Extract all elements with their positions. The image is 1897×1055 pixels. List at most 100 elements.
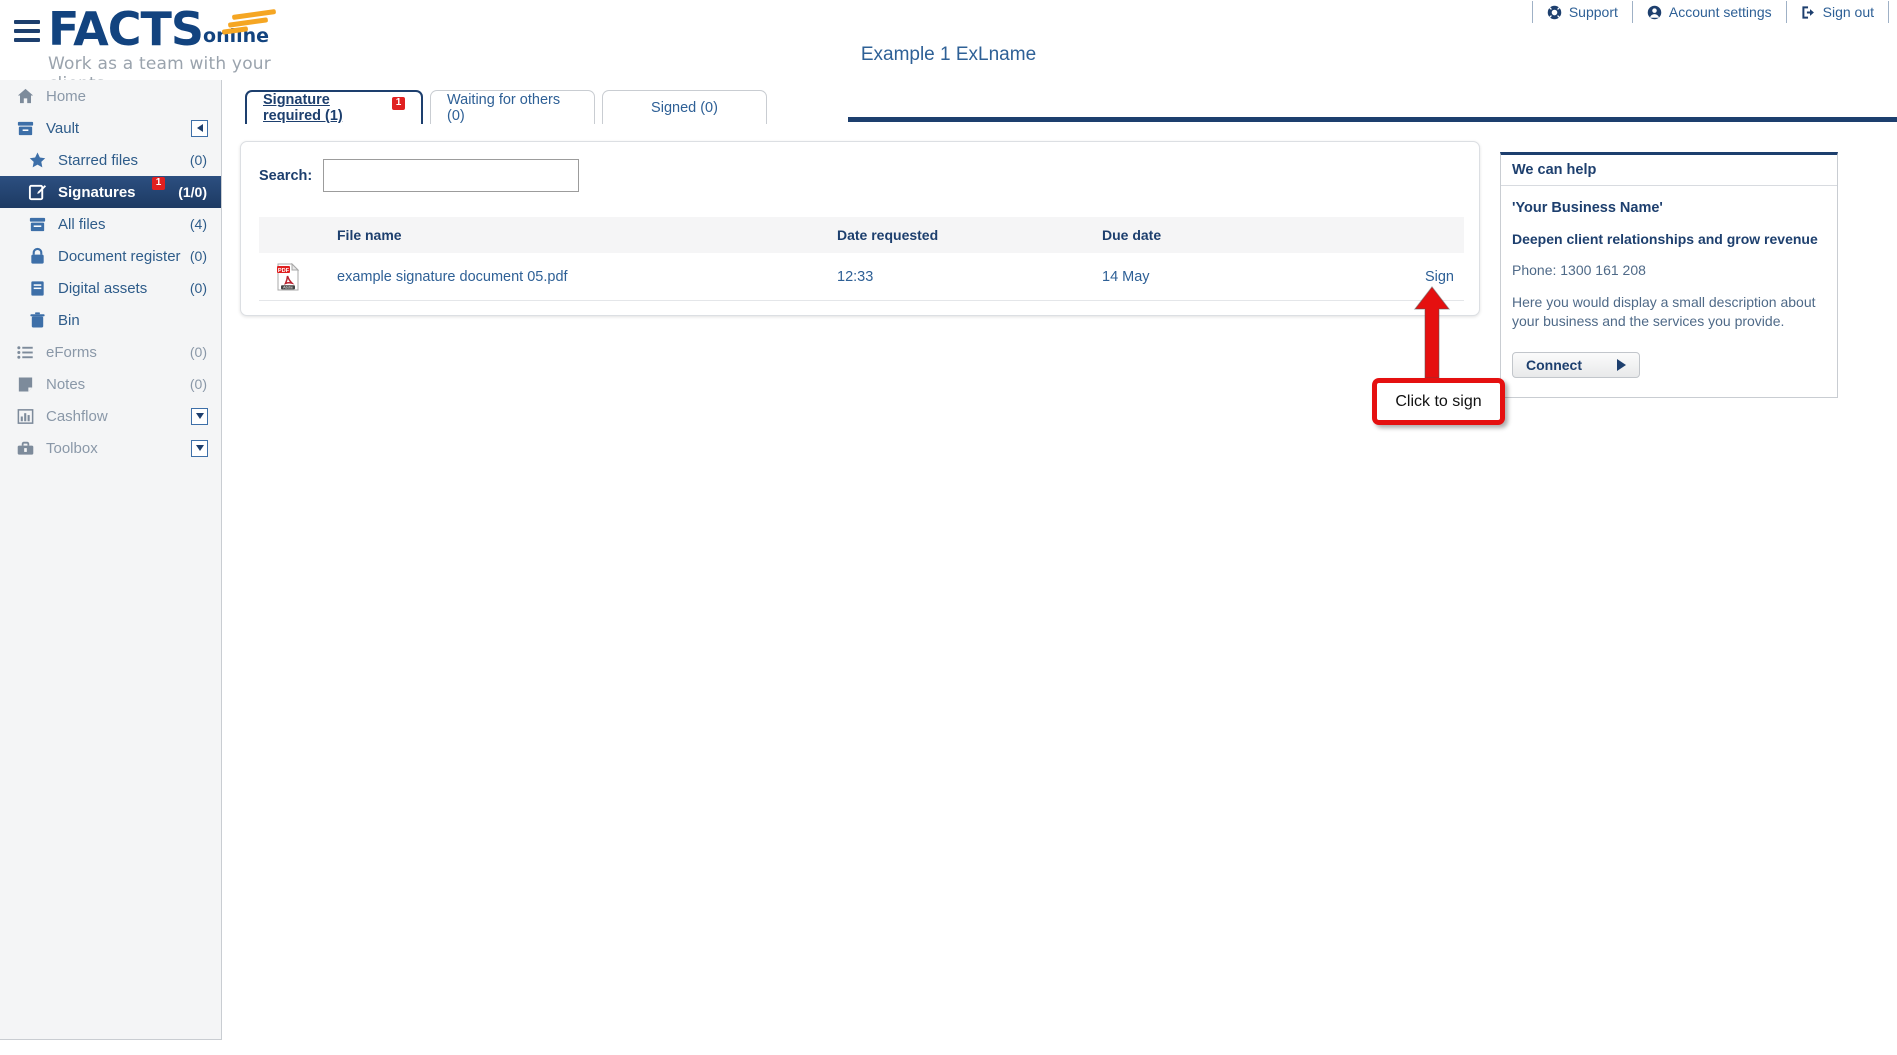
sidebar-item-count: (0) bbox=[190, 280, 207, 296]
vault-icon bbox=[16, 119, 35, 138]
sidebar-item-document-register[interactable]: Document register(0) bbox=[0, 240, 221, 272]
account-settings-button[interactable]: Account settings bbox=[1632, 1, 1786, 23]
sidebar-item-label: Cashflow bbox=[46, 408, 191, 425]
star-icon bbox=[28, 151, 47, 170]
chevron-down-icon bbox=[196, 413, 204, 419]
logo-stripes-icon bbox=[220, 12, 276, 34]
sign-out-icon bbox=[1801, 5, 1816, 20]
hamburger-bar bbox=[14, 29, 40, 33]
sidebar-item-count: (0) bbox=[190, 344, 207, 360]
person-icon bbox=[1647, 5, 1662, 20]
star-icon bbox=[28, 151, 47, 170]
sidebar-notification-badge: 1 bbox=[152, 177, 165, 190]
help-phone: Phone: 1300 161 208 bbox=[1512, 262, 1826, 278]
chevron-right-icon bbox=[1617, 359, 1626, 371]
connect-button-label: Connect bbox=[1526, 357, 1582, 373]
account-settings-label: Account settings bbox=[1669, 4, 1772, 20]
signatures-panel: Search: File name Date requested Due dat… bbox=[240, 141, 1480, 316]
cashflow-expand-button[interactable] bbox=[191, 408, 208, 425]
hamburger-menu-icon[interactable] bbox=[14, 20, 40, 42]
support-button[interactable]: Support bbox=[1532, 1, 1632, 23]
toolbox-expand-button[interactable] bbox=[191, 440, 208, 457]
table-row[interactable]: PDF Adobe example signature document 05.… bbox=[259, 253, 1464, 301]
sidebar-item-all-files[interactable]: All files(4) bbox=[0, 208, 221, 240]
tab-label: Signature required (1) bbox=[263, 92, 385, 124]
due-date-cell: 14 May bbox=[1102, 269, 1367, 285]
file-type-cell: PDF Adobe bbox=[259, 263, 317, 291]
chevron-down-icon bbox=[196, 445, 204, 451]
sidebar-item-eforms[interactable]: eForms(0) bbox=[0, 336, 221, 368]
search-label: Search: bbox=[259, 168, 312, 184]
table-header-date-requested: Date requested bbox=[837, 227, 1102, 243]
sidebar-item-starred-files[interactable]: Starred files(0) bbox=[0, 144, 221, 176]
sidebar-item-toolbox[interactable]: Toolbox bbox=[0, 432, 221, 464]
sidebar-item-signatures[interactable]: Signatures1(1/0) bbox=[0, 176, 221, 208]
signature-icon bbox=[28, 183, 47, 202]
sidebar-item-notes[interactable]: Notes(0) bbox=[0, 368, 221, 400]
sidebar-item-digital-assets[interactable]: Digital assets(0) bbox=[0, 272, 221, 304]
sidebar-item-label: Document register bbox=[58, 248, 190, 265]
sidebar-item-label: All files bbox=[58, 216, 190, 233]
chart-icon bbox=[16, 407, 35, 426]
lock-icon bbox=[28, 247, 47, 266]
sidebar-item-label: Toolbox bbox=[46, 440, 191, 457]
help-description: Here you would display a small descripti… bbox=[1512, 293, 1826, 331]
sidebar-item-bin[interactable]: Bin bbox=[0, 304, 221, 336]
hamburger-bar bbox=[14, 20, 40, 24]
annotation-callout: Click to sign bbox=[1372, 378, 1505, 425]
svg-text:Adobe: Adobe bbox=[283, 285, 293, 289]
home-icon bbox=[16, 87, 35, 106]
connect-button[interactable]: Connect bbox=[1512, 352, 1640, 378]
sidebar-item-count: (4) bbox=[190, 216, 207, 232]
tab-label: Signed (0) bbox=[651, 100, 718, 116]
search-input[interactable] bbox=[323, 159, 579, 192]
page-title: Example 1 ExLname bbox=[0, 44, 1897, 66]
top-right-nav: Support Account settings Sign out bbox=[1532, 0, 1889, 24]
home-icon bbox=[16, 87, 35, 106]
sidebar-item-label: Home bbox=[46, 88, 221, 105]
sidebar-item-count: (1/0) bbox=[178, 184, 207, 200]
tab-signature-required-1[interactable]: Signature required (1) 1 bbox=[245, 90, 423, 124]
search-row: Search: bbox=[259, 159, 579, 192]
tab-waiting-for-others-0[interactable]: Waiting for others (0) bbox=[430, 90, 595, 124]
sidebar-item-home[interactable]: Home bbox=[0, 80, 221, 112]
tab-label: Waiting for others (0) bbox=[447, 92, 578, 124]
file-name-cell[interactable]: example signature document 05.pdf bbox=[317, 269, 837, 285]
sidebar-item-label: Starred files bbox=[58, 152, 190, 169]
help-panel-title: We can help bbox=[1501, 155, 1837, 186]
chevron-left-icon bbox=[197, 124, 203, 132]
table-header-due-date: Due date bbox=[1102, 227, 1367, 243]
note-icon bbox=[16, 375, 35, 394]
signatures-table: File name Date requested Due date PDF Ad… bbox=[259, 217, 1464, 301]
sidebar-item-vault[interactable]: Vault bbox=[0, 112, 221, 144]
lock-icon bbox=[28, 247, 47, 266]
note-icon bbox=[16, 375, 35, 394]
trash-icon bbox=[28, 311, 47, 330]
sidebar-item-label: Digital assets bbox=[58, 280, 190, 297]
help-business-name: 'Your Business Name' bbox=[1512, 200, 1826, 216]
hamburger-bar bbox=[14, 38, 40, 42]
sidebar-item-cashflow[interactable]: Cashflow bbox=[0, 400, 221, 432]
vault-collapse-button[interactable] bbox=[191, 120, 208, 137]
sidebar-item-count: (0) bbox=[190, 376, 207, 392]
chart-icon bbox=[16, 407, 35, 426]
tab-signed-0[interactable]: Signed (0) bbox=[602, 90, 767, 124]
sidebar-item-label: Notes bbox=[46, 376, 190, 393]
svg-text:PDF: PDF bbox=[278, 267, 290, 273]
toolbox-icon bbox=[16, 439, 35, 458]
trash-icon bbox=[28, 311, 47, 330]
sidebar-item-count: (0) bbox=[190, 152, 207, 168]
list-icon bbox=[16, 343, 35, 362]
sidebar: HomeVaultStarred files(0)Signatures1(1/0… bbox=[0, 80, 222, 1040]
sidebar-item-count: (0) bbox=[190, 248, 207, 264]
annotation-text: Click to sign bbox=[1395, 393, 1481, 411]
tab-badge: 1 bbox=[392, 97, 405, 110]
files-icon bbox=[28, 215, 47, 234]
sign-out-button[interactable]: Sign out bbox=[1786, 1, 1889, 23]
signature-icon bbox=[28, 183, 47, 202]
toolbox-icon bbox=[16, 439, 35, 458]
lifebuoy-icon bbox=[1547, 5, 1562, 20]
we-can-help-panel: We can help 'Your Business Name' Deepen … bbox=[1500, 152, 1838, 398]
files-icon bbox=[28, 215, 47, 234]
top-bar: FACTSonline Work as a team with your cli… bbox=[0, 0, 1897, 80]
